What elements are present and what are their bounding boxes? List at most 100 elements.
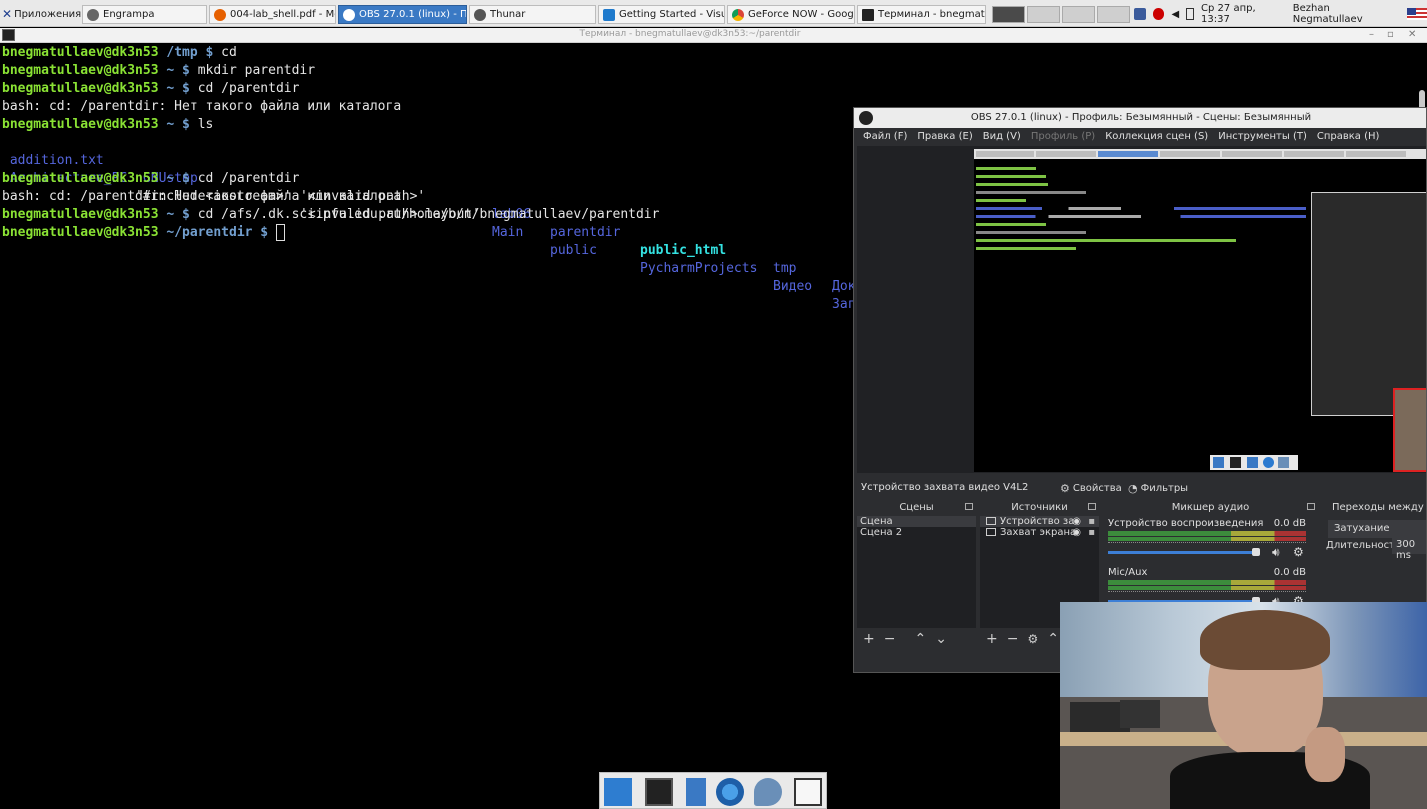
taskbar-item-vscode[interactable]: Getting Started - Visu... — [598, 5, 725, 24]
move-up-icon[interactable]: ⌃ — [1047, 631, 1059, 647]
volume-icon[interactable]: ◀ — [1171, 9, 1179, 20]
obs-preview[interactable] — [857, 146, 1426, 473]
top-panel: ✕ Приложения Engrampa 004-lab_shell.pdf … — [0, 0, 1427, 27]
show-desktop-icon[interactable] — [604, 778, 632, 806]
gear-icon[interactable]: ⚙ — [1293, 545, 1304, 559]
terminal-prompt[interactable]: bnegmatullaev@dk3n53 ~/parentdir $ — [2, 224, 285, 242]
applications-menu[interactable]: ✕ Приложения — [2, 5, 81, 23]
person-hand — [1305, 727, 1345, 782]
menu-profile[interactable]: Профиль (P) — [1026, 128, 1100, 146]
clock[interactable]: Ср 27 апр, 13:37 — [1201, 3, 1286, 25]
channel-name: Устройство воспроизведения — [1108, 518, 1264, 529]
volume-meter — [1108, 537, 1306, 541]
terminal-line: bnegmatullaev@dk3n53 ~ $ mkdir parentdir — [2, 63, 316, 78]
task-label: Getting Started - Visu... — [619, 9, 725, 20]
network-icon[interactable] — [1134, 8, 1146, 20]
source-item[interactable]: Захват экрана ◉ ▪ — [980, 527, 1099, 538]
menu-help[interactable]: Справка (H) — [1312, 128, 1385, 146]
scene-item[interactable]: Сцена — [857, 516, 976, 527]
minimize-button[interactable]: – — [1369, 29, 1374, 40]
taskbar-item-pdf[interactable]: 004-lab_shell.pdf - Mo... — [209, 5, 336, 24]
move-up-icon[interactable]: ⌃ — [914, 631, 926, 647]
speaker-icon[interactable]: 🔊︎ — [1272, 545, 1280, 560]
xfce-logo-icon: ✕ — [2, 7, 13, 21]
properties-button[interactable]: ⚙ Свойства — [1060, 482, 1122, 495]
taskbar-item-engrampa[interactable]: Engrampa — [82, 5, 207, 24]
app-finder-icon[interactable] — [754, 778, 782, 806]
task-label: Thunar — [490, 9, 526, 20]
undock-icon[interactable] — [965, 503, 973, 510]
terminal-line: bash: cd: /parentdir: Нет такого файла и… — [2, 189, 402, 204]
preview-panel — [974, 149, 1426, 159]
channel-db: 0.0 dB — [1273, 518, 1306, 529]
menu-edit[interactable]: Правка (E) — [912, 128, 977, 146]
maximize-button[interactable]: ▫ — [1387, 29, 1394, 40]
computer-monitor — [1120, 700, 1160, 728]
bottom-dock — [599, 772, 827, 809]
filters-button[interactable]: ◔ Фильтры — [1128, 482, 1188, 495]
obs-tray-icon[interactable] — [1152, 8, 1165, 20]
volume-slider-handle[interactable] — [1252, 548, 1260, 556]
file-manager-icon[interactable] — [686, 778, 706, 806]
source-toolbar: Устройство захвата видео V4L2 ⚙ Свойства… — [854, 475, 1426, 499]
undock-icon[interactable] — [1088, 503, 1096, 510]
workspace-3[interactable] — [1062, 6, 1095, 23]
obs-icon — [343, 8, 355, 21]
web-browser-icon[interactable] — [716, 778, 744, 806]
gear-icon: ⚙ — [1060, 482, 1070, 495]
visibility-eye-icon[interactable]: ◉ — [1072, 516, 1081, 527]
close-button[interactable]: ✕ — [1408, 29, 1416, 40]
add-scene-button[interactable]: + — [863, 631, 875, 647]
terminal-titlebar[interactable]: Терминал - bnegmatullaev@dk3n53:~/parent… — [0, 28, 1427, 43]
properties-label: Свойства — [1072, 483, 1122, 494]
text-cursor — [275, 224, 285, 241]
add-source-button[interactable]: + — [986, 631, 998, 647]
menu-tools[interactable]: Инструменты (T) — [1213, 128, 1312, 146]
user-name[interactable]: Bezhan Negmatullaev — [1293, 3, 1401, 25]
scenes-dock: Сцены Сцена Сцена 2 + − ⌃ ⌄ — [857, 502, 976, 650]
camera-icon — [986, 517, 996, 525]
battery-icon[interactable] — [1186, 8, 1195, 20]
visibility-eye-icon[interactable]: ◉ — [1072, 527, 1081, 538]
scenes-toolbar: + − ⌃ ⌄ — [857, 628, 976, 650]
remove-scene-button[interactable]: − — [884, 631, 896, 647]
taskbar-item-terminal[interactable]: Терминал - bnegmatul... — [857, 5, 986, 24]
workspace-4[interactable] — [1097, 6, 1130, 23]
filters-label: Фильтры — [1140, 483, 1189, 494]
vscode-icon — [603, 8, 615, 21]
workspace-2[interactable] — [1027, 6, 1060, 23]
taskbar-item-thunar[interactable]: Thunar — [469, 5, 596, 24]
workspace-1[interactable] — [992, 6, 1025, 23]
task-label: 004-lab_shell.pdf - Mo... — [230, 9, 335, 20]
menu-scene-collection[interactable]: Коллекция сцен (S) — [1100, 128, 1213, 146]
remove-source-button[interactable]: − — [1007, 631, 1019, 647]
undock-icon[interactable] — [1307, 503, 1315, 510]
folder-icon[interactable] — [794, 778, 822, 806]
menu-file[interactable]: Файл (F) — [854, 128, 912, 146]
terminal-icon[interactable] — [645, 778, 673, 806]
archive-icon — [87, 8, 99, 21]
scenes-list: Сцена Сцена 2 — [857, 516, 976, 628]
mixer-channel: Устройство воспроизведения 0.0 dB 🔊︎ ⚙ — [1108, 518, 1306, 562]
menu-view[interactable]: Вид (V) — [978, 128, 1026, 146]
move-down-icon[interactable]: ⌄ — [935, 631, 947, 647]
taskbar-item-geforce[interactable]: GeForce NOW - Goog... — [727, 5, 855, 24]
duration-input[interactable]: 300 ms — [1392, 536, 1426, 561]
preview-nested-obs — [1311, 192, 1426, 416]
volume-slider-track[interactable] — [1108, 551, 1256, 554]
firefox-icon — [214, 8, 226, 21]
source-item[interactable]: Устройство за ◉ ▪ — [980, 516, 1099, 527]
lock-icon[interactable]: ▪ — [1088, 527, 1095, 538]
obs-titlebar[interactable]: OBS 27.0.1 (linux) - Профиль: Безымянный… — [854, 108, 1426, 128]
sources-title: Источники — [980, 502, 1099, 516]
terminal-line: bash: cd: /parentdir: Нет такого файла и… — [2, 99, 402, 114]
taskbar-item-obs[interactable]: OBS 27.0.1 (linux) - П... — [338, 5, 467, 24]
duration-label: Длительность — [1326, 540, 1401, 551]
source-properties-gear-icon[interactable]: ⚙ — [1027, 632, 1038, 646]
keyboard-layout-flag-icon[interactable] — [1407, 8, 1427, 20]
channel-name: Mic/Aux — [1108, 567, 1148, 578]
scene-item[interactable]: Сцена 2 — [857, 527, 976, 538]
terminal-line: bnegmatullaev@dk3n53 ~ $ ls — [2, 117, 214, 132]
lock-icon[interactable]: ▪ — [1088, 516, 1095, 527]
obs-menubar: Файл (F) Правка (E) Вид (V) Профиль (P) … — [854, 128, 1426, 146]
